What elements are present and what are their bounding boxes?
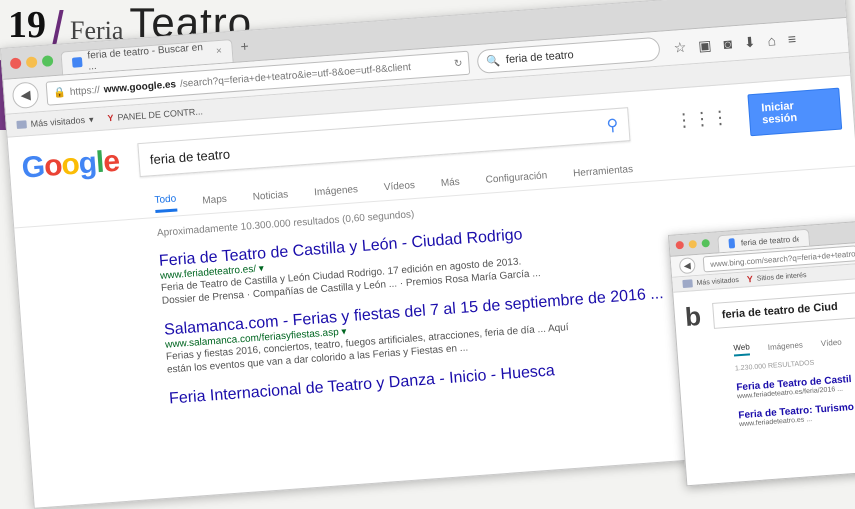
google-favicon-icon <box>71 56 83 68</box>
tab-videos[interactable]: Vídeos <box>383 179 415 192</box>
signin-button[interactable]: Iniciar sesión <box>747 87 843 137</box>
browser-search-value: feria de teatro <box>505 49 575 66</box>
clipboard-icon[interactable]: ▣ <box>698 36 712 54</box>
apps-grid-icon[interactable]: ⋮⋮⋮ <box>674 106 729 131</box>
back-icon[interactable]: ◀ <box>678 257 696 275</box>
tab-mas[interactable]: Más <box>440 176 460 188</box>
google-logo[interactable]: Google <box>21 145 121 186</box>
url-path: /search?q=feria+de+teatro&ie=utf-8&oe=ut… <box>179 61 412 90</box>
window-controls <box>9 54 54 69</box>
bookmark-most-visited[interactable]: Más visitados <box>682 276 739 289</box>
tab-close-icon[interactable]: × <box>216 46 223 57</box>
bookmark-favicon-icon: Y <box>746 273 754 285</box>
new-tab-button[interactable]: + <box>240 38 249 55</box>
toolbar-icons: ☆ ▣ ◙ ⬇ ⌂ ≡ <box>673 30 797 56</box>
folder-icon <box>682 279 693 289</box>
tab-web[interactable]: Web <box>733 341 751 356</box>
window-controls <box>675 238 710 250</box>
bookmark-favicon-icon: Y <box>107 112 114 124</box>
minimize-window-button[interactable] <box>25 55 38 68</box>
url-protocol: https:// <box>69 84 101 98</box>
search-icon[interactable]: ⚲ <box>606 115 619 136</box>
close-window-button[interactable] <box>675 240 685 250</box>
bookmark-panel[interactable]: Y PANEL DE CONTR... <box>107 106 203 123</box>
tab-imagenes[interactable]: Imágenes <box>314 184 359 198</box>
tab-noticias[interactable]: Noticias <box>252 189 288 203</box>
star-icon[interactable]: ☆ <box>673 38 687 56</box>
search-icon: 🔍 <box>485 54 501 68</box>
tab-configuracion[interactable]: Configuración <box>485 170 547 185</box>
menu-icon[interactable]: ≡ <box>787 30 796 48</box>
pocket-icon[interactable]: ◙ <box>723 35 733 53</box>
browser-window-bing: feria de teatro de Ciudad... ◀ www.bing.… <box>668 215 855 487</box>
result-item: Feria de Teatro: Turismo www.feriadeteat… <box>738 395 855 428</box>
url-host: www.google.es <box>103 78 177 95</box>
tab-todo[interactable]: Todo <box>154 193 178 214</box>
minimize-window-button[interactable] <box>688 239 698 249</box>
bing-logo[interactable]: b <box>684 301 702 333</box>
zoom-window-button[interactable] <box>701 238 710 248</box>
brand-divider <box>52 10 64 44</box>
back-icon[interactable]: ◀ <box>11 81 40 110</box>
tab-herramientas[interactable]: Herramientas <box>573 163 634 178</box>
lock-icon: 🔒 <box>53 86 67 99</box>
close-window-button[interactable] <box>9 57 22 69</box>
bing-favicon-icon <box>728 238 736 249</box>
result-item: Feria de Teatro de Castil www.feriadetea… <box>736 367 855 400</box>
bing-search-input[interactable]: feria de teatro de Ciud <box>711 288 855 329</box>
google-query: feria de teatro <box>149 145 231 167</box>
tab-title: feria de teatro de Ciudad... <box>740 233 799 248</box>
tab-imagenes[interactable]: Imágenes <box>767 340 803 352</box>
zoom-window-button[interactable] <box>41 54 54 67</box>
tab-video[interactable]: Vídeo <box>820 337 842 348</box>
bing-query: feria de teatro de Ciud <box>721 300 839 321</box>
home-icon[interactable]: ⌂ <box>767 32 777 50</box>
bookmark-most-visited[interactable]: Más visitados ▾ <box>16 114 94 131</box>
download-icon[interactable]: ⬇ <box>743 33 756 51</box>
bookmark-panel[interactable]: Y Sitios de interés <box>746 270 806 284</box>
tab-maps[interactable]: Maps <box>202 193 227 206</box>
brand-number: 19 <box>8 4 46 46</box>
reload-icon[interactable]: ↻ <box>454 58 463 70</box>
folder-icon <box>16 120 27 129</box>
